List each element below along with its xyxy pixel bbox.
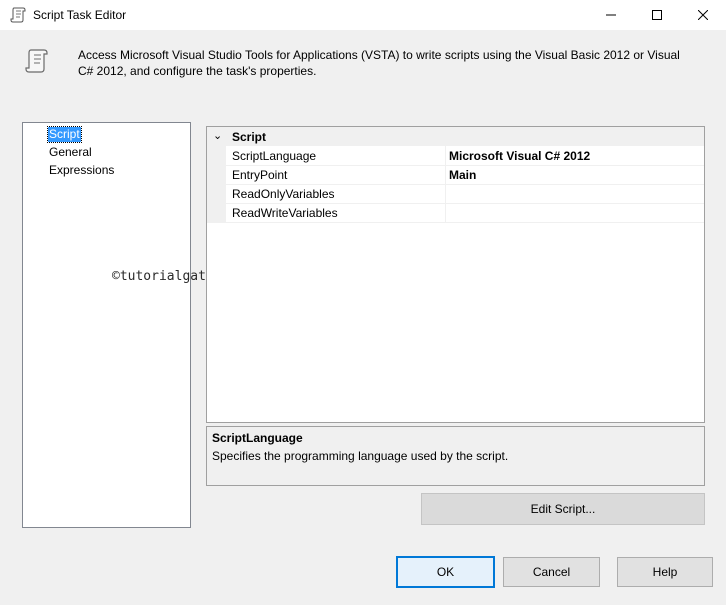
minimize-icon bbox=[606, 14, 616, 16]
minimize-button[interactable] bbox=[588, 0, 634, 30]
category-row-script[interactable]: ⌄ Script bbox=[207, 127, 704, 146]
property-name: ScriptLanguage bbox=[232, 149, 317, 163]
column-divider bbox=[445, 203, 446, 222]
row-gutter bbox=[207, 184, 226, 203]
window-title: Script Task Editor bbox=[33, 8, 127, 22]
property-help-panel: ScriptLanguage Specifies the programming… bbox=[206, 426, 705, 486]
row-gutter bbox=[207, 203, 226, 222]
property-name: ReadOnlyVariables bbox=[232, 187, 335, 201]
maximize-button[interactable] bbox=[634, 0, 680, 30]
edit-script-button[interactable]: Edit Script... bbox=[421, 493, 705, 525]
property-value[interactable]: Microsoft Visual C# 2012 bbox=[449, 149, 590, 163]
property-row-readonlyvariables[interactable]: ReadOnlyVariables bbox=[207, 184, 704, 204]
property-name: ReadWriteVariables bbox=[232, 206, 338, 220]
column-divider bbox=[445, 146, 446, 165]
property-row-readwritevariables[interactable]: ReadWriteVariables bbox=[207, 203, 704, 223]
header-description: Access Microsoft Visual Studio Tools for… bbox=[78, 48, 680, 78]
collapse-chevron-icon[interactable]: ⌄ bbox=[213, 129, 222, 142]
title-bar: Script Task Editor bbox=[0, 0, 726, 30]
page-navigation-list: Script General Expressions bbox=[22, 122, 191, 528]
help-title: ScriptLanguage bbox=[212, 431, 303, 445]
category-label: Script bbox=[232, 130, 267, 144]
script-scroll-icon bbox=[10, 6, 28, 24]
close-icon bbox=[698, 10, 708, 20]
nav-item-general[interactable]: General bbox=[48, 145, 93, 160]
column-divider bbox=[445, 184, 446, 203]
row-gutter bbox=[207, 165, 226, 184]
nav-item-script[interactable]: Script bbox=[47, 126, 82, 143]
cancel-button[interactable]: Cancel bbox=[503, 557, 600, 587]
property-value[interactable]: Main bbox=[449, 168, 476, 182]
help-text: Specifies the programming language used … bbox=[212, 449, 509, 463]
column-divider bbox=[445, 165, 446, 184]
property-row-entrypoint[interactable]: EntryPoint Main bbox=[207, 165, 704, 185]
property-name: EntryPoint bbox=[232, 168, 288, 182]
row-gutter bbox=[207, 146, 226, 165]
property-grid: ⌄ Script ScriptLanguage Microsoft Visual… bbox=[206, 126, 705, 423]
property-row-scriptlanguage[interactable]: ScriptLanguage Microsoft Visual C# 2012 bbox=[207, 146, 704, 166]
help-button[interactable]: Help bbox=[617, 557, 713, 587]
close-button[interactable] bbox=[680, 0, 726, 30]
ok-button[interactable]: OK bbox=[396, 556, 495, 588]
maximize-icon bbox=[652, 10, 662, 20]
script-task-icon bbox=[24, 47, 52, 75]
nav-item-expressions[interactable]: Expressions bbox=[48, 163, 115, 178]
